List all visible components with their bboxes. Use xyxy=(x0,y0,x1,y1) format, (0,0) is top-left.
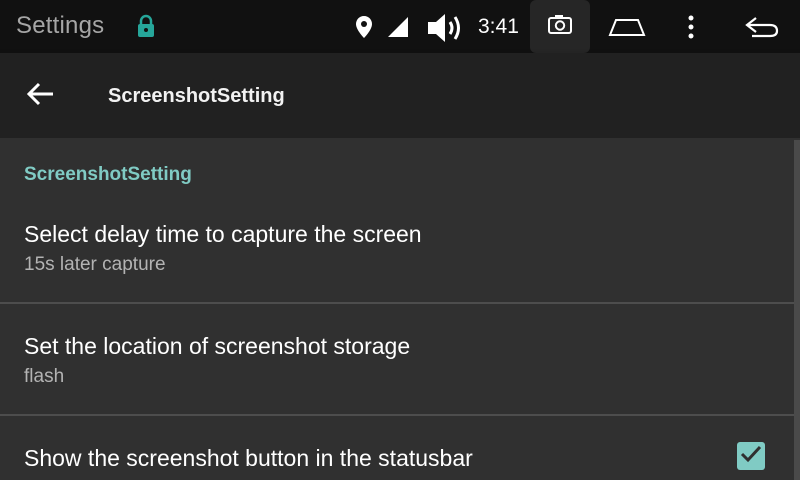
pref-summary: flash xyxy=(24,366,65,387)
clock: 3:41 xyxy=(478,15,519,38)
lock-icon xyxy=(136,14,156,43)
page-title: ScreenshotSetting xyxy=(108,85,285,107)
show-button-checkbox[interactable] xyxy=(737,442,765,470)
home-icon[interactable] xyxy=(608,17,646,42)
more-icon[interactable] xyxy=(686,15,696,44)
status-bar-title: Settings xyxy=(16,12,105,39)
arrow-left-icon xyxy=(26,82,55,111)
app-toolbar: ScreenshotSetting xyxy=(0,53,800,138)
pref-statusbar-button[interactable]: Show the screenshot button in the status… xyxy=(0,416,794,480)
scrollbar[interactable] xyxy=(794,140,800,480)
signal-icon xyxy=(386,16,410,43)
status-bar: Settings 3:41 xyxy=(0,0,800,53)
navigate-up-button[interactable] xyxy=(22,81,60,111)
pref-delay-time[interactable]: Select delay time to capture the screen … xyxy=(0,198,794,302)
volume-icon[interactable] xyxy=(426,11,464,50)
location-icon xyxy=(355,15,373,44)
pref-title: Set the location of screenshot storage xyxy=(24,333,411,359)
pref-title: Select delay time to capture the screen xyxy=(24,221,422,247)
check-icon xyxy=(740,445,762,468)
settings-list[interactable]: ScreenshotSetting Select delay time to c… xyxy=(0,138,800,480)
camera-icon xyxy=(547,13,573,40)
screenshot-button[interactable] xyxy=(530,0,590,53)
pref-storage-location[interactable]: Set the location of screenshot storage f… xyxy=(0,304,794,414)
pref-title: Show the screenshot button in the status… xyxy=(24,445,473,471)
back-nav-icon[interactable] xyxy=(744,16,780,43)
category-header: ScreenshotSetting xyxy=(24,164,192,185)
pref-summary: 15s later capture xyxy=(24,254,166,275)
